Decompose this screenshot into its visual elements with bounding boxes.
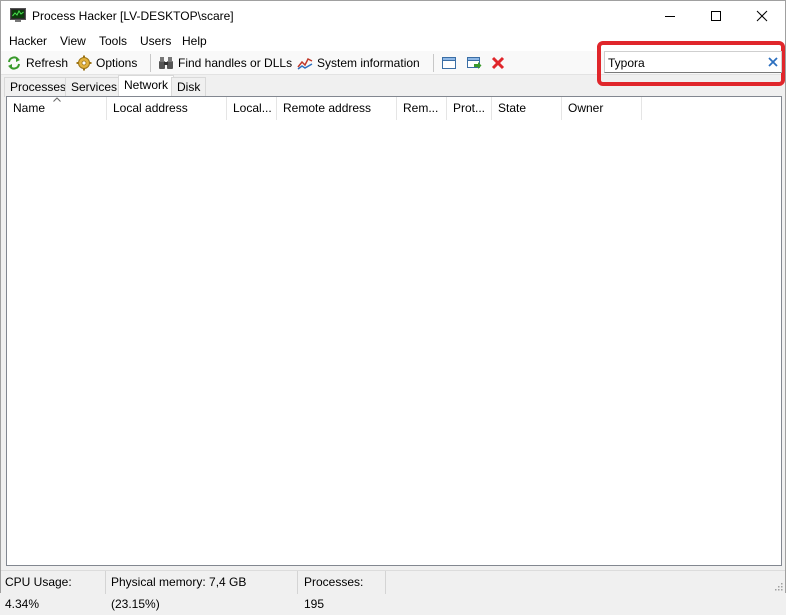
maximize-icon — [711, 11, 721, 21]
column-owner[interactable]: Owner — [562, 97, 642, 120]
maximize-button[interactable] — [693, 1, 739, 31]
menu-tools[interactable]: Tools — [99, 34, 127, 48]
minimize-icon — [665, 16, 675, 17]
tab-processes[interactable]: Processes — [4, 77, 73, 97]
column-remote-port[interactable]: Rem... — [397, 97, 447, 120]
search-box — [604, 51, 782, 73]
column-remote-address[interactable]: Remote address — [277, 97, 397, 120]
system-information-label: System information — [317, 56, 420, 70]
find-handles-label: Find handles or DLLs — [178, 56, 293, 70]
process-hacker-window: Process Hacker [LV-DESKTOP\scare] Hacker… — [0, 0, 786, 611]
options-label: Options — [96, 56, 138, 70]
status-bar: CPU Usage: 4.34% Physical memory: 7,4 GB… — [1, 570, 785, 611]
refresh-button[interactable]: Refresh — [6, 54, 68, 72]
sort-ascending-icon — [53, 97, 61, 102]
process-hacker-app-icon — [10, 8, 26, 22]
column-remote-address-label: Remote address — [283, 101, 372, 115]
network-list[interactable]: Name Local address Local... Remote addre… — [6, 96, 782, 566]
tab-services[interactable]: Services — [65, 77, 124, 97]
chart-line-icon — [297, 57, 313, 70]
minimize-button[interactable] — [647, 1, 693, 31]
column-remote-port-label: Rem... — [403, 101, 439, 115]
options-button[interactable]: Options — [76, 54, 137, 72]
column-name[interactable]: Name — [7, 97, 107, 120]
menu-hacker[interactable]: Hacker — [9, 34, 47, 48]
column-header-row: Name Local address Local... Remote addre… — [7, 97, 781, 120]
window-icon[interactable] — [441, 55, 457, 71]
menu-view[interactable]: View — [60, 34, 86, 48]
close-icon — [756, 10, 768, 22]
menu-users[interactable]: Users — [140, 34, 171, 48]
toolbar-separator — [433, 54, 434, 72]
gear-icon — [76, 55, 92, 71]
column-local-address[interactable]: Local address — [107, 97, 227, 120]
clear-search-icon[interactable] — [767, 56, 779, 68]
find-handles-button[interactable]: Find handles or DLLs — [158, 54, 292, 72]
window-title: Process Hacker [LV-DESKTOP\scare] — [32, 9, 234, 23]
search-input[interactable] — [608, 54, 758, 71]
status-cpu-usage: CPU Usage: 4.34% — [1, 571, 106, 611]
column-protocol[interactable]: Prot... — [447, 97, 492, 120]
status-physical-memory: Physical memory: 7,4 GB (23.15%) — [107, 571, 298, 611]
column-name-label: Name — [13, 101, 46, 115]
column-local-port[interactable]: Local... — [227, 97, 277, 120]
column-protocol-label: Prot... — [453, 101, 486, 115]
status-processes: Processes: 195 — [300, 571, 386, 611]
tab-network[interactable]: Network — [118, 75, 175, 97]
column-local-address-label: Local address — [113, 101, 188, 115]
toolbar-separator — [150, 54, 151, 72]
refresh-icon — [8, 56, 20, 70]
terminate-icon[interactable] — [490, 55, 506, 71]
title-bar: Process Hacker [LV-DESKTOP\scare] — [1, 1, 785, 31]
resize-grip-icon[interactable] — [773, 581, 783, 591]
menu-help[interactable]: Help — [182, 34, 207, 48]
refresh-label: Refresh — [26, 56, 69, 70]
system-information-button[interactable]: System information — [297, 54, 420, 72]
binoculars-icon — [159, 57, 173, 69]
column-state[interactable]: State — [492, 97, 562, 120]
close-button[interactable] — [739, 1, 785, 31]
window-go-icon[interactable] — [466, 55, 482, 71]
tab-strip: Processes Services Network Disk — [1, 75, 785, 97]
column-local-port-label: Local... — [233, 101, 272, 115]
tab-disk[interactable]: Disk — [171, 77, 207, 97]
column-owner-label: Owner — [568, 101, 604, 115]
column-state-label: State — [498, 101, 527, 115]
